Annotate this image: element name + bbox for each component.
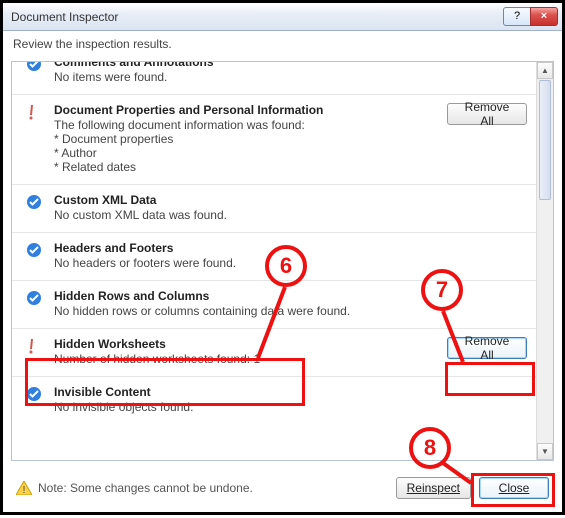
section-title: Custom XML Data: [54, 193, 437, 207]
section-docprops: Document Properties and Personal Informa…: [12, 94, 553, 184]
checkmark-icon: [26, 289, 44, 318]
section-body: No headers or footers were found.: [54, 256, 437, 270]
checkmark-icon: [26, 193, 44, 222]
section-invisible: Invisible Content No invisible objects f…: [12, 376, 553, 424]
section-body: Number of hidden worksheets found: 1: [54, 352, 437, 366]
window-close-button[interactable]: ×: [530, 7, 558, 26]
scroll-thumb[interactable]: [539, 80, 551, 200]
window-buttons: ? ×: [504, 7, 558, 27]
window-title: Document Inspector: [11, 10, 504, 24]
help-button[interactable]: ?: [503, 7, 531, 26]
section-title: Comments and Annotations: [54, 61, 437, 69]
section-comments: Comments and Annotations No items were f…: [12, 61, 553, 94]
section-body: No items were found.: [54, 70, 437, 84]
section-headersfooters: Headers and Footers No headers or footer…: [12, 232, 553, 280]
warning-icon: !: [16, 481, 32, 495]
section-body: No custom XML data was found.: [54, 208, 437, 222]
section-hiddenrowscols: Hidden Rows and Columns No hidden rows o…: [12, 280, 553, 328]
section-title: Document Properties and Personal Informa…: [54, 103, 437, 117]
footer-note: Note: Some changes cannot be undone.: [38, 481, 253, 495]
footer: ! Note: Some changes cannot be undone. R…: [6, 469, 559, 509]
section-title: Headers and Footers: [54, 241, 437, 255]
scrollbar[interactable]: ▲ ▼: [536, 62, 553, 460]
scroll-up-icon[interactable]: ▲: [537, 62, 553, 79]
close-button[interactable]: Close: [479, 477, 549, 499]
exclamation-icon: [26, 103, 44, 174]
exclamation-icon: [26, 337, 44, 366]
svg-text:!: !: [23, 485, 26, 495]
scroll-down-icon[interactable]: ▼: [537, 443, 553, 460]
section-title: Hidden Rows and Columns: [54, 289, 437, 303]
checkmark-icon: [26, 241, 44, 270]
section-title: Hidden Worksheets: [54, 337, 437, 351]
section-body: No invisible objects found.: [54, 400, 437, 414]
remove-all-button[interactable]: Remove All: [447, 337, 527, 359]
results-panel: Comments and Annotations No items were f…: [11, 61, 554, 461]
section-title: Invisible Content: [54, 385, 437, 399]
remove-all-button[interactable]: Remove All: [447, 103, 527, 125]
reinspect-button[interactable]: Reinspect: [396, 477, 471, 499]
checkmark-icon: [26, 385, 44, 414]
section-customxml: Custom XML Data No custom XML data was f…: [12, 184, 553, 232]
section-hiddenworksheets: Hidden Worksheets Number of hidden works…: [12, 328, 553, 376]
section-body: No hidden rows or columns containing dat…: [54, 304, 437, 318]
section-body: The following document information was f…: [54, 118, 437, 174]
titlebar: Document Inspector ? ×: [3, 3, 562, 31]
checkmark-icon: [26, 61, 44, 84]
instructions-text: Review the inspection results.: [3, 31, 562, 57]
